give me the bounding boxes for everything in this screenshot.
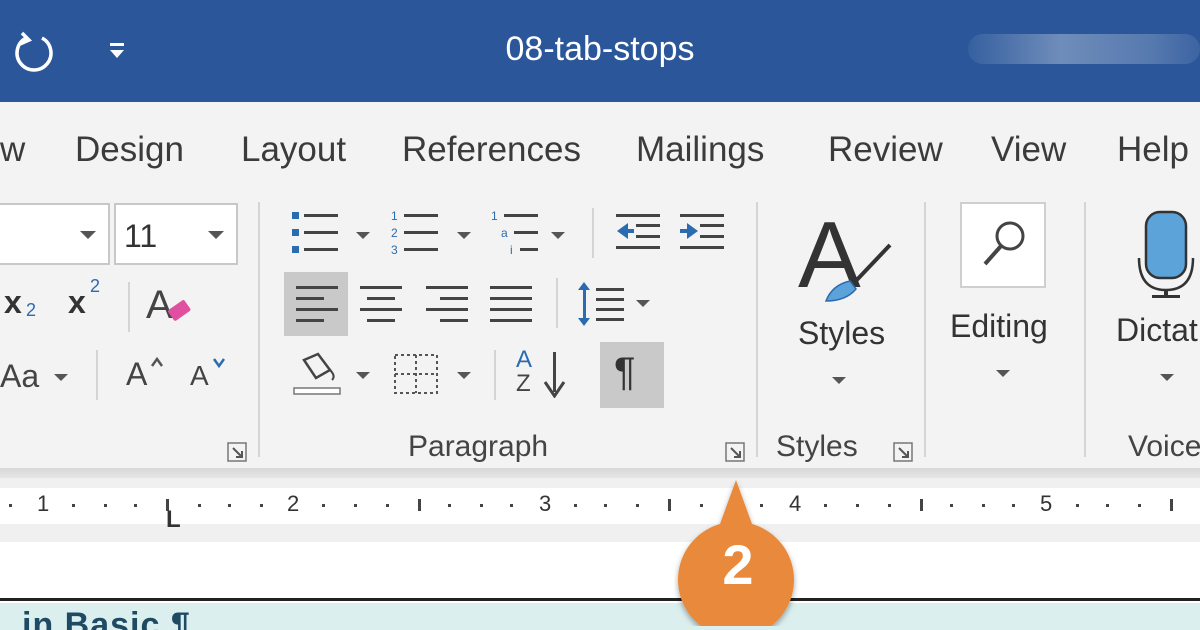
caret-down-icon: [212, 358, 226, 368]
subscript-mark: 2: [26, 300, 37, 320]
svg-text:1: 1: [391, 209, 398, 223]
superscript-button[interactable]: x 2: [68, 276, 112, 330]
align-center-icon[interactable]: [358, 284, 404, 324]
paragraph-group-label: Paragraph: [408, 430, 549, 463]
editing-button[interactable]: Editing: [944, 200, 1064, 400]
chevron-down-icon[interactable]: [1160, 374, 1174, 381]
tab-review[interactable]: Review: [828, 130, 943, 170]
borders-icon[interactable]: [392, 352, 440, 396]
chevron-down-icon[interactable]: [54, 374, 68, 381]
superscript-mark: 2: [90, 276, 101, 296]
tab-references[interactable]: References: [402, 130, 581, 170]
separator: [128, 282, 130, 332]
ruler-number: 3: [539, 491, 552, 516]
svg-text:2: 2: [391, 226, 398, 240]
change-case-button[interactable]: Aa: [0, 358, 70, 398]
change-case-label: Aa: [0, 358, 40, 394]
ribbon-tabs: w Design Layout References Mailings Revi…: [0, 102, 1200, 192]
voice-group-label: Voice: [1128, 430, 1200, 463]
align-right-icon[interactable]: [424, 284, 470, 324]
sort-button[interactable]: A Z: [512, 346, 572, 400]
tab-layout[interactable]: Layout: [241, 130, 346, 170]
numbering-icon[interactable]: 1 2 3: [390, 208, 442, 258]
tab-help[interactable]: Help: [1117, 130, 1189, 170]
svg-text:1: 1: [491, 209, 498, 223]
line-spacing-icon[interactable]: [574, 280, 628, 328]
svg-text:A: A: [146, 283, 173, 327]
ruler-number: 5: [1040, 491, 1053, 516]
user-account-blurred[interactable]: [968, 34, 1200, 64]
bullets-icon[interactable]: [290, 210, 342, 256]
clear-formatting-icon[interactable]: A: [144, 280, 196, 332]
tab-view-partial[interactable]: w: [0, 130, 25, 170]
styles-button-label: Styles: [798, 315, 886, 351]
word-window: 08-tab-stops w Design Layout References …: [0, 0, 1200, 630]
separator: [96, 350, 98, 400]
sort-arrow-icon: [543, 352, 566, 398]
search-icon: [983, 221, 1025, 266]
left-tab-stop-marker[interactable]: L: [166, 506, 181, 534]
separator: [556, 278, 558, 328]
styles-button[interactable]: A Styles: [778, 202, 898, 415]
separator: [592, 208, 594, 258]
shrink-font-label: A: [190, 360, 209, 391]
chevron-down-icon[interactable]: [457, 372, 471, 379]
tab-mailings[interactable]: Mailings: [636, 130, 764, 170]
brush-icon: [824, 243, 892, 302]
chevron-down-icon[interactable]: [356, 372, 370, 379]
styles-group-label: Styles: [776, 430, 858, 463]
caret-up-icon: [150, 356, 164, 367]
subscript-label: x: [4, 284, 22, 320]
chevron-down-icon[interactable]: [832, 377, 846, 384]
chevron-down-icon[interactable]: [636, 300, 650, 307]
group-separator: [258, 202, 260, 457]
grow-font-label: A: [126, 356, 148, 392]
chevron-down-icon[interactable]: [80, 231, 96, 239]
separator: [494, 350, 496, 400]
ruler-number: 2: [287, 491, 300, 516]
table-top-border: [0, 598, 1200, 601]
increase-indent-icon[interactable]: [678, 212, 726, 252]
styles-dialog-launcher-icon[interactable]: [892, 441, 914, 463]
font-size-combo[interactable]: 11: [114, 203, 238, 265]
microphone-icon: [1137, 210, 1195, 298]
chevron-down-icon[interactable]: [996, 370, 1010, 377]
decrease-indent-icon[interactable]: [614, 212, 662, 252]
chevron-down-icon[interactable]: [457, 232, 471, 239]
font-name-combo[interactable]: [0, 203, 110, 265]
group-separator: [1084, 202, 1086, 457]
superscript-label: x: [68, 284, 86, 320]
paragraph-dialog-launcher-icon[interactable]: [724, 441, 746, 463]
justify-icon[interactable]: [488, 284, 534, 324]
chevron-down-icon[interactable]: [551, 232, 565, 239]
font-dialog-launcher-icon[interactable]: [226, 441, 248, 463]
chevron-down-icon[interactable]: [208, 231, 224, 239]
svg-text:i: i: [510, 243, 513, 257]
tab-design[interactable]: Design: [75, 130, 184, 170]
callout-number: 2: [722, 533, 754, 596]
align-left-icon[interactable]: [294, 284, 340, 324]
svg-text:a: a: [501, 226, 508, 240]
chevron-down-icon[interactable]: [356, 232, 370, 239]
shading-icon[interactable]: [292, 350, 344, 398]
pilcrow-icon[interactable]: ¶: [614, 350, 635, 395]
ruler-number: 1: [37, 491, 50, 516]
dictate-button-label: Dictat: [1116, 312, 1198, 348]
dictate-button[interactable]: Dictat: [1110, 204, 1200, 400]
shrink-font-button[interactable]: A: [190, 356, 230, 396]
font-size-value: 11: [124, 218, 158, 254]
subscript-button[interactable]: x 2: [4, 282, 48, 330]
group-separator: [924, 202, 926, 457]
document-text: in Basic ¶: [22, 606, 191, 630]
title-bar: 08-tab-stops: [0, 0, 1200, 102]
editing-button-label: Editing: [950, 308, 1048, 344]
ribbon-shadow: [0, 468, 1200, 478]
sort-bottom-letter: Z: [516, 370, 531, 397]
grow-font-button[interactable]: A: [126, 356, 166, 396]
group-separator: [756, 202, 758, 457]
multilevel-list-icon[interactable]: 1 a i: [490, 208, 542, 258]
svg-text:3: 3: [391, 243, 398, 257]
tab-view[interactable]: View: [991, 130, 1066, 170]
